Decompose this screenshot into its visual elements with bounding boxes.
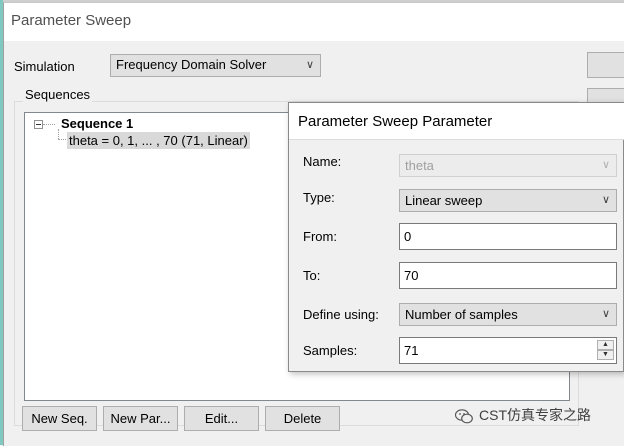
title-divider bbox=[289, 139, 624, 140]
watermark-text: CST仿真专家之路 bbox=[479, 407, 591, 423]
new-parameter-button[interactable]: New Par... bbox=[103, 406, 178, 431]
tree-item-sequence[interactable]: Sequence 1 bbox=[61, 116, 133, 131]
dialog-title: Parameter Sweep bbox=[11, 12, 132, 29]
type-select-value: Linear sweep bbox=[405, 193, 483, 208]
type-label: Type: bbox=[303, 190, 335, 205]
spin-control: ▲ ▼ bbox=[597, 340, 614, 361]
to-label: To: bbox=[303, 268, 321, 283]
tree-connector bbox=[58, 139, 66, 140]
chevron-down-icon: ∨ bbox=[601, 159, 610, 171]
simulation-select-value: Frequency Domain Solver bbox=[116, 57, 267, 72]
type-select[interactable]: Linear sweep ∨ bbox=[399, 189, 617, 212]
sweep-parameter-dialog: Parameter Sweep Parameter Name: theta ∨ … bbox=[288, 102, 624, 372]
tree-connector bbox=[43, 124, 55, 125]
name-select: theta ∨ bbox=[399, 154, 617, 177]
simulation-label: Simulation bbox=[14, 59, 75, 74]
dialog-titlebar[interactable]: Parameter Sweep bbox=[4, 3, 624, 41]
edit-button[interactable]: Edit... bbox=[184, 406, 259, 431]
arrow-down-icon[interactable]: ▼ bbox=[597, 350, 614, 360]
sequences-label: Sequences bbox=[23, 87, 93, 102]
name-label: Name: bbox=[303, 154, 342, 169]
arrow-up-icon[interactable]: ▲ bbox=[597, 340, 614, 350]
collapse-toggle-icon[interactable] bbox=[34, 120, 43, 129]
samples-label: Samples: bbox=[303, 343, 358, 358]
tree-connector bbox=[58, 129, 59, 139]
name-select-value: theta bbox=[405, 158, 434, 173]
chevron-down-icon: ∨ bbox=[305, 59, 314, 71]
to-input[interactable]: 70 bbox=[399, 262, 617, 289]
define-using-select-value: Number of samples bbox=[405, 307, 518, 322]
define-using-label: Define using: bbox=[303, 307, 379, 322]
define-using-select[interactable]: Number of samples ∨ bbox=[399, 303, 617, 326]
tree-item-parameter[interactable]: theta = 0, 1, ... , 70 (71, Linear) bbox=[67, 132, 250, 149]
delete-button[interactable]: Delete bbox=[265, 406, 340, 431]
watermark: CST仿真专家之路 bbox=[455, 405, 591, 427]
samples-value: 71 bbox=[404, 343, 419, 358]
wechat-icon bbox=[455, 408, 473, 424]
popup-title: Parameter Sweep Parameter bbox=[298, 113, 493, 130]
from-label: From: bbox=[303, 229, 337, 244]
chevron-down-icon: ∨ bbox=[601, 308, 610, 320]
side-button[interactable] bbox=[587, 52, 624, 78]
chevron-down-icon: ∨ bbox=[601, 194, 610, 206]
simulation-select[interactable]: Frequency Domain Solver ∨ bbox=[110, 54, 321, 77]
from-input[interactable]: 0 bbox=[399, 223, 617, 250]
new-sequence-button[interactable]: New Seq. bbox=[22, 406, 97, 431]
samples-stepper[interactable]: 71 ▲ ▼ bbox=[399, 337, 617, 364]
popup-titlebar[interactable]: Parameter Sweep Parameter bbox=[289, 103, 624, 139]
